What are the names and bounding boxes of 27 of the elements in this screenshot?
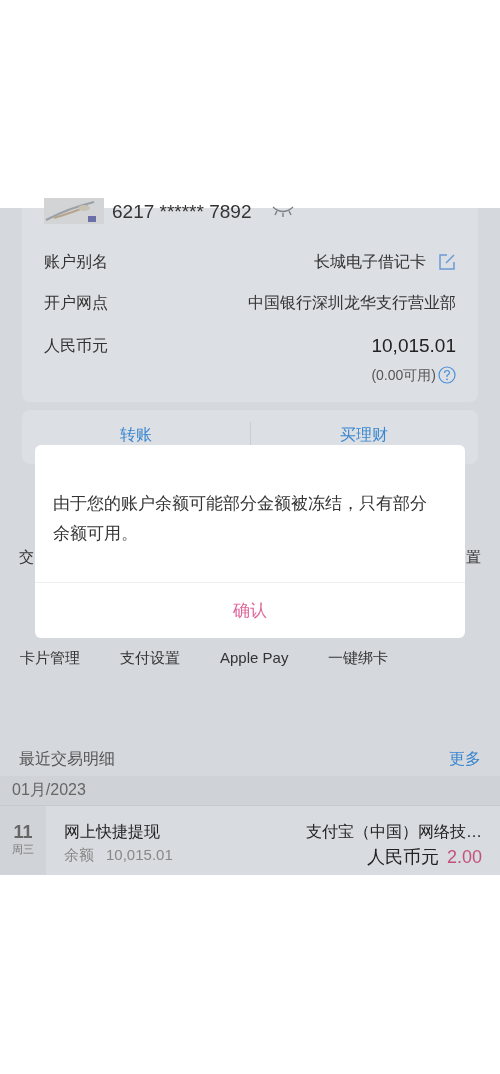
- function-item[interactable]: 支付设置: [120, 646, 180, 670]
- function-item[interactable]: Apple Pay: [220, 646, 289, 670]
- eye-closed-icon[interactable]: [271, 204, 296, 218]
- help-icon[interactable]: [438, 366, 456, 384]
- field-value: 中国银行深圳龙华支行营业部: [248, 293, 456, 313]
- edit-icon[interactable]: [438, 253, 456, 271]
- function-item[interactable]: 卡片管理: [20, 646, 80, 670]
- month-header: 01月/2023: [0, 775, 500, 805]
- field-value: 10,015.01: [371, 334, 456, 358]
- card-number: 6217 ****** 7892: [112, 201, 252, 221]
- dialog-message: 由于您的账户余额可能部分金额被冻结，只有部分余额可用。: [52, 493, 428, 545]
- balance-amount: 10,015.01: [106, 845, 173, 865]
- field-label: 人民币元: [44, 336, 108, 357]
- transaction-day: 11: [13, 823, 33, 842]
- balance-label: 余额: [64, 845, 94, 865]
- function-item[interactable]: 交: [19, 546, 34, 569]
- available-amount: (0.00可用): [371, 365, 436, 385]
- field-label: 开户网点: [44, 293, 108, 313]
- transaction-counterparty: 支付宝（中国）网络技…: [306, 822, 482, 842]
- transaction-amount: 2.00: [446, 846, 482, 869]
- field-value: 长城电子借记卡: [314, 252, 426, 272]
- section-title: 最近交易明细: [19, 749, 115, 770]
- function-item[interactable]: 置: [466, 546, 481, 569]
- transaction-title: 网上快捷提现: [64, 822, 161, 842]
- field-label: 账户别名: [44, 252, 108, 272]
- currency-label: 人民币元: [366, 846, 439, 869]
- function-item[interactable]: 一键绑卡: [328, 646, 389, 670]
